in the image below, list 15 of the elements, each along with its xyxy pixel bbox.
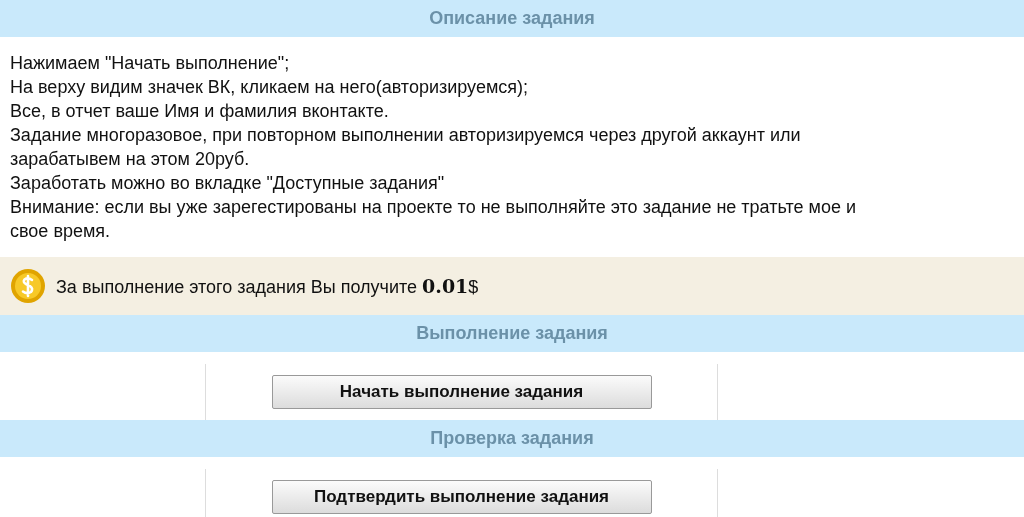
description-text: свое время. [10, 220, 112, 243]
description-text: Все, в отчет ваше Имя и фамилия вконтакте. [10, 100, 390, 123]
reward-text: За выполнение этого задания Вы получите 0.01$ [56, 274, 479, 298]
description-text: Внимание: если вы уже зарегестированы на проекте то не выполняйте это задание не тратьте мое и [10, 196, 857, 219]
description-text: зарабатывем на этом 20руб. [10, 148, 251, 171]
description-text: Нажимаем "Начать выполнение"; [10, 52, 291, 75]
section-heading: Выполнение задания [0, 315, 1024, 352]
description-text: Задание многоразовое, при повторном выполнении авторизируемся через другой аккаунт или [10, 124, 802, 147]
description-text: Заработать можно во вкладке "Доступные задания" [10, 172, 446, 195]
description-text: На верху видим значек ВК, кликаем на него(авторизируемся); [10, 76, 530, 99]
dollar-coin-icon [10, 268, 46, 304]
section-heading: Проверка задания [0, 420, 1024, 457]
action-button[interactable]: Подтвердить выполнение задания [271, 480, 652, 514]
section-heading: Описание задания [0, 0, 1024, 37]
action-button[interactable]: Начать выполнение задания [271, 375, 652, 409]
